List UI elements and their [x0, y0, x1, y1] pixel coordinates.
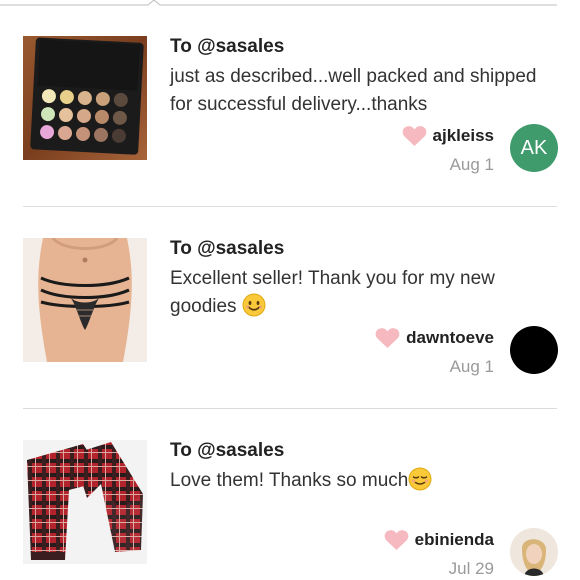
review-date: Jul 29 [448, 559, 494, 578]
plaid-pants-image[interactable] [23, 440, 147, 564]
avatar[interactable] [510, 326, 558, 374]
avatar[interactable]: AK [510, 124, 558, 172]
review-meta: ebinienda Jul 29 [384, 529, 494, 579]
review-meta: ajkleiss Aug 1 [402, 125, 494, 175]
review-recipient: To @sasales [170, 238, 285, 259]
review-item: To @sasales Excellent seller! Thank you … [0, 202, 580, 404]
heart-icon[interactable] [402, 125, 427, 147]
reviewer-username[interactable]: ajkleiss [433, 126, 494, 146]
review-recipient: To @sasales [170, 36, 285, 57]
reviews-page: To @sasales just as described...well pac… [0, 0, 580, 580]
profile-photo-icon [510, 528, 558, 576]
review-item: To @sasales just as described...well pac… [0, 0, 580, 202]
smiling-face-icon [242, 293, 266, 317]
relieved-face-icon [408, 467, 432, 491]
makeup-palette-image[interactable] [23, 36, 147, 160]
review-item: To @sasales Love them! Thanks so much eb… [0, 404, 580, 580]
review-meta: dawntoeve Aug 1 [375, 327, 494, 377]
review-text: Excellent seller! Thank you for my new g… [170, 268, 495, 317]
heart-icon[interactable] [384, 529, 409, 551]
review-recipient: To @sasales [170, 440, 285, 461]
review-text: Love them! Thanks so much [170, 467, 550, 495]
review-text: just as described...well packed and ship… [170, 66, 537, 115]
reviewer-username[interactable]: ebinienda [415, 530, 494, 550]
heart-icon[interactable] [375, 327, 400, 349]
review-date: Aug 1 [449, 155, 494, 174]
reviewer-username[interactable]: dawntoeve [406, 328, 494, 348]
avatar[interactable] [510, 528, 558, 576]
review-date: Aug 1 [449, 357, 494, 376]
lingerie-image[interactable] [23, 238, 147, 362]
